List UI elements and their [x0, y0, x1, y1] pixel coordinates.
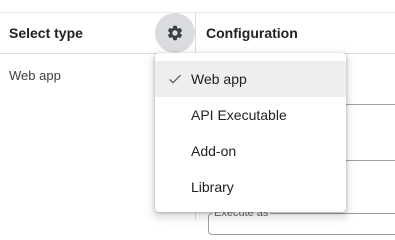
- menu-item-add-on[interactable]: Add-on: [155, 133, 346, 169]
- menu-item-label: Add-on: [191, 143, 237, 159]
- gear-icon: [167, 25, 183, 41]
- check-icon: [169, 74, 181, 84]
- select-type-heading: Select type: [9, 25, 83, 41]
- menu-item-label: Web app: [191, 71, 247, 87]
- form-field-underline: [346, 104, 395, 105]
- settings-button[interactable]: [155, 13, 195, 53]
- form-field-underline: [346, 160, 395, 161]
- configuration-heading: Configuration: [206, 25, 298, 41]
- menu-item-library[interactable]: Library: [155, 169, 346, 205]
- menu-item-api-executable[interactable]: API Executable: [155, 97, 346, 133]
- menu-item-label: Library: [191, 179, 234, 195]
- menu-item-web-app[interactable]: Web app: [155, 61, 346, 97]
- left-list-item-web-app[interactable]: Web app: [9, 68, 61, 83]
- header-row: Select type Configuration: [0, 13, 395, 54]
- type-dropdown-menu: Web app API Executable Add-on Library: [155, 53, 346, 212]
- menu-item-label: API Executable: [191, 107, 287, 123]
